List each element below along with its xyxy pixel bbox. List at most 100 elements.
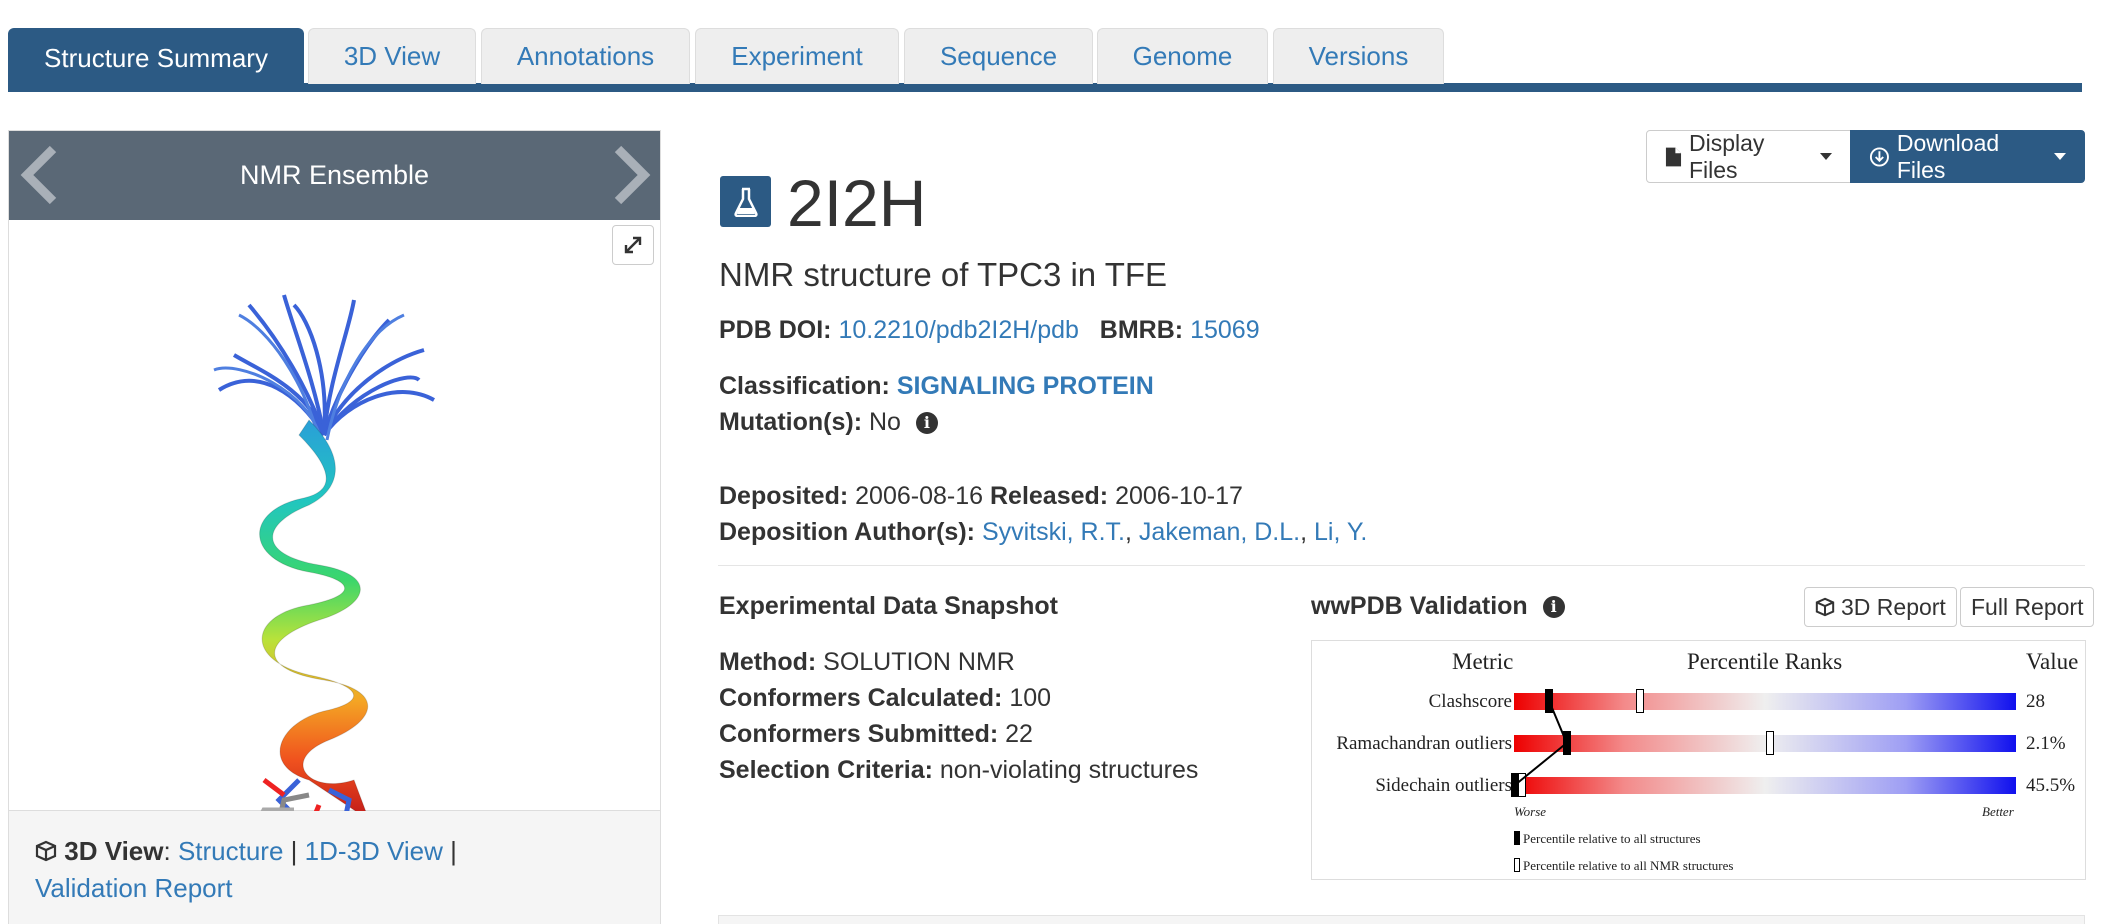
viewer-title: NMR Ensemble bbox=[239, 160, 430, 190]
pdb-id: 2I2H bbox=[787, 166, 927, 240]
next-arrow-icon[interactable] bbox=[608, 143, 652, 207]
caret-down-icon bbox=[1820, 153, 1832, 160]
expand-icon[interactable] bbox=[612, 225, 654, 265]
tab-structure-summary[interactable]: Structure Summary bbox=[8, 28, 304, 88]
file-icon bbox=[1665, 147, 1682, 166]
percentile-bar bbox=[1514, 735, 2016, 752]
1d-3d-view-link[interactable]: 1D-3D View bbox=[305, 836, 443, 866]
display-files-label: Display Files bbox=[1688, 129, 1765, 183]
metric-label: Clashscore bbox=[1428, 691, 1512, 712]
author-link[interactable]: Li, Y. bbox=[1314, 518, 1367, 546]
separator: | bbox=[290, 836, 298, 866]
author-link[interactable]: Syvitski, R.T. bbox=[982, 518, 1125, 546]
classification-link[interactable]: SIGNALING PROTEIN bbox=[897, 372, 1154, 400]
bmrb-link[interactable]: 15069 bbox=[1190, 316, 1260, 344]
validation-report-link[interactable]: Validation Report bbox=[35, 873, 233, 903]
tab-3d-view[interactable]: 3D View bbox=[308, 28, 476, 84]
method-value: SOLUTION NMR bbox=[823, 648, 1015, 676]
legend-nmr: Percentile relative to all NMR structure… bbox=[1514, 858, 1733, 874]
tab-versions[interactable]: Versions bbox=[1273, 28, 1444, 84]
percentile-bar bbox=[1514, 777, 2016, 794]
mutation-value: No bbox=[868, 408, 901, 436]
flask-icon bbox=[720, 176, 771, 227]
divider bbox=[718, 565, 2085, 566]
deposited-label: Deposited: bbox=[719, 482, 849, 510]
selection-criteria-label: Selection Criteria: bbox=[719, 756, 933, 784]
validation-slider[interactable]: Metric Percentile Ranks Value Clashscore… bbox=[1311, 640, 2086, 880]
better-label: Better bbox=[1982, 804, 2014, 819]
protein-structure-graphic bbox=[213, 294, 435, 846]
tab-genome[interactable]: Genome bbox=[1097, 28, 1268, 84]
classification-label: Classification: bbox=[719, 372, 890, 400]
value-header: Value bbox=[2026, 649, 2079, 674]
viewer-header: NMR Ensemble bbox=[9, 131, 660, 220]
tab-sequence[interactable]: Sequence bbox=[904, 28, 1093, 84]
percentile-all-marker bbox=[1545, 689, 1554, 713]
experimental-heading: Experimental Data Snapshot bbox=[719, 592, 1058, 620]
previous-arrow-icon[interactable] bbox=[19, 143, 63, 207]
worse-label: Worse bbox=[1514, 804, 1547, 819]
author-link[interactable]: Jakeman, D.L. bbox=[1139, 518, 1300, 546]
3d-report-button[interactable]: 3D Report bbox=[1804, 587, 1957, 627]
authors-label: Deposition Author(s): bbox=[719, 518, 975, 546]
tab-annotations[interactable]: Annotations bbox=[481, 28, 690, 84]
3d-report-label: 3D Report bbox=[1841, 593, 1946, 620]
released-date: 2006-10-17 bbox=[1115, 482, 1243, 510]
conformers-calculated-value: 100 bbox=[1009, 684, 1052, 712]
metric-label: Ramachandran outliers bbox=[1336, 733, 1512, 754]
conformers-submitted-line: Conformers Submitted: 22 bbox=[719, 720, 1033, 749]
cube-icon bbox=[1815, 597, 1835, 617]
nmr-ensemble-image[interactable] bbox=[9, 220, 660, 846]
viewer-footer: 3D View: Structure | 1D-3D View | Valida… bbox=[9, 811, 660, 924]
percentile-nmr-marker bbox=[1517, 773, 1526, 797]
mutation-line: Mutation(s): No i bbox=[719, 408, 938, 437]
mutation-label: Mutation(s): bbox=[719, 408, 863, 436]
footer-label: 3D View bbox=[64, 836, 164, 866]
legend-all-text: Percentile relative to all structures bbox=[1523, 831, 1701, 846]
caret-down-icon bbox=[2054, 153, 2066, 160]
selection-criteria-line: Selection Criteria: non-violating struct… bbox=[719, 756, 1198, 785]
conformers-calculated-label: Conformers Calculated: bbox=[719, 684, 1003, 712]
released-label: Released: bbox=[989, 482, 1109, 510]
tab-underline bbox=[8, 83, 2082, 92]
download-files-button[interactable]: Download Files bbox=[1850, 130, 2085, 183]
percentile-nmr-marker bbox=[1766, 731, 1775, 755]
method-line: Method: SOLUTION NMR bbox=[719, 648, 1015, 677]
validation-heading-text: wwPDB Validation bbox=[1311, 592, 1528, 620]
percentile-ranks-header: Percentile Ranks bbox=[1687, 649, 1843, 674]
metric-value: 45.5% bbox=[2026, 775, 2076, 796]
doi-link[interactable]: 10.2210/pdb2I2H/pdb bbox=[838, 316, 1079, 344]
validation-heading: wwPDB Validation i bbox=[1311, 592, 1565, 621]
metric-label: Sidechain outliers bbox=[1375, 775, 1512, 796]
authors-line: Deposition Author(s): Syvitski, R.T., Ja… bbox=[719, 518, 1368, 546]
doi-line: PDB DOI: 10.2210/pdb2I2H/pdb BMRB: 15069 bbox=[719, 316, 1260, 345]
legend-all: Percentile relative to all structures bbox=[1514, 831, 1701, 847]
percentile-all-marker bbox=[1562, 731, 1571, 755]
download-files-label: Download Files bbox=[1896, 129, 2000, 183]
full-report-label: Full Report bbox=[1971, 593, 2084, 620]
structure-viewer-panel: NMR Ensemble 3D View: Structure | 1D-3D … bbox=[8, 130, 661, 924]
metric-value: 2.1% bbox=[2026, 733, 2066, 754]
tab-experiment[interactable]: Experiment bbox=[695, 28, 899, 84]
conformers-submitted-label: Conformers Submitted: bbox=[719, 720, 999, 748]
metric-header: Metric bbox=[1452, 649, 1514, 674]
bmrb-label: BMRB: bbox=[1099, 316, 1184, 344]
selection-criteria-value: non-violating structures bbox=[939, 756, 1199, 784]
dates-line: Deposited: 2006-08-16 Released: 2006-10-… bbox=[719, 482, 1243, 511]
display-files-button[interactable]: Display Files bbox=[1646, 130, 1851, 183]
metric-value: 28 bbox=[2026, 691, 2045, 712]
conformers-calculated-line: Conformers Calculated: 100 bbox=[719, 684, 1051, 713]
info-icon[interactable]: i bbox=[915, 412, 938, 434]
full-report-button[interactable]: Full Report bbox=[1960, 587, 2095, 627]
conformers-submitted-value: 22 bbox=[1005, 720, 1033, 748]
structure-link[interactable]: Structure bbox=[178, 836, 284, 866]
cube-icon bbox=[35, 836, 57, 866]
info-icon[interactable]: i bbox=[1542, 596, 1565, 618]
separator: | bbox=[450, 836, 457, 866]
percentile-bar bbox=[1514, 693, 2016, 710]
next-panel-edge bbox=[718, 915, 2085, 924]
doi-label: PDB DOI: bbox=[719, 316, 832, 344]
legend-nmr-text: Percentile relative to all NMR structure… bbox=[1523, 858, 1734, 873]
percentile-nmr-marker bbox=[1635, 689, 1644, 713]
deposited-date: 2006-08-16 bbox=[855, 482, 984, 510]
